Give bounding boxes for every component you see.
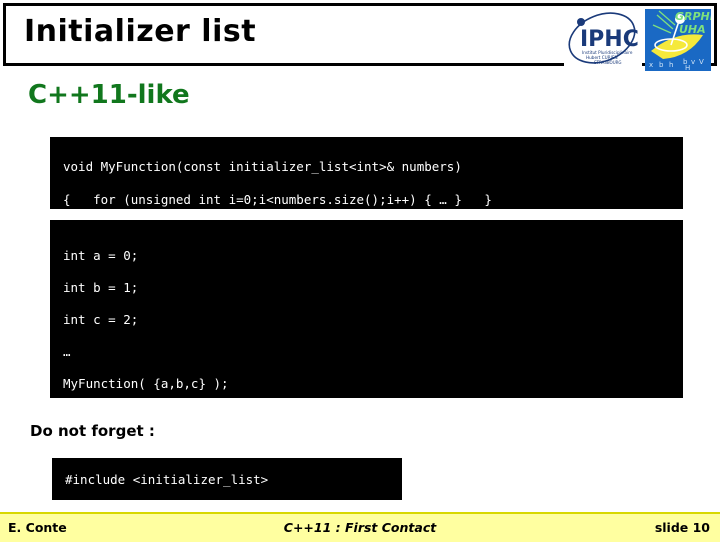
svg-text:b: b [659, 61, 664, 69]
grph-uha-logo-graphic: GRPHE UHA x b h b v V H [645, 9, 711, 71]
footer-slide-number: slide 10 [654, 520, 710, 535]
usage-example-code-block: int a = 0; int b = 1; int c = 2; … MyFun… [50, 220, 683, 398]
svg-text:h: h [669, 61, 673, 69]
svg-text:x: x [649, 61, 653, 69]
code-line: int a = 0; [63, 248, 139, 263]
function-signature-code-block: void MyFunction(const initializer_list<i… [50, 137, 683, 209]
code-line: int c = 2; [63, 312, 139, 327]
slide-title-bar: Initializer list IPHC Institut Pluridisc… [3, 3, 717, 71]
svg-text:V: V [699, 58, 704, 66]
svg-text:H: H [685, 64, 690, 71]
slide-canvas: Initializer list IPHC Institut Pluridisc… [0, 0, 720, 542]
svg-text:v: v [691, 58, 695, 66]
reminder-label: Do not forget : [30, 422, 155, 440]
code-line: void MyFunction(const initializer_list<i… [63, 159, 462, 174]
svg-text:IPHC: IPHC [580, 27, 639, 52]
code-line: … [63, 344, 71, 359]
code-line: int b = 1; [63, 280, 139, 295]
slide-footer: E. Conte C++11 : First Contact slide 10 [0, 512, 720, 542]
iphc-logo-graphic: IPHC Institut Pluridisciplinaire Hubert … [568, 12, 639, 65]
code-line: { for (unsigned int i=0;i<numbers.size()… [63, 192, 492, 207]
section-heading: C++11-like [28, 80, 190, 110]
page-title: Initializer list [24, 14, 257, 49]
footer-presentation-title: C++11 : First Contact [283, 520, 437, 535]
svg-text:STRASBOURG: STRASBOURG [594, 60, 622, 65]
code-line: MyFunction( {a,b,c} ); [63, 376, 229, 391]
svg-text:GRPHE: GRPHE [675, 10, 711, 23]
grph-uha-logo: GRPHE UHA x b h b v V H [645, 9, 711, 71]
code-line: #include <initializer_list> [65, 472, 269, 487]
iphc-logo: IPHC Institut Pluridisciplinaire Hubert … [564, 10, 642, 68]
include-directive-code-block: #include <initializer_list> [52, 458, 402, 500]
svg-text:UHA: UHA [679, 23, 706, 36]
